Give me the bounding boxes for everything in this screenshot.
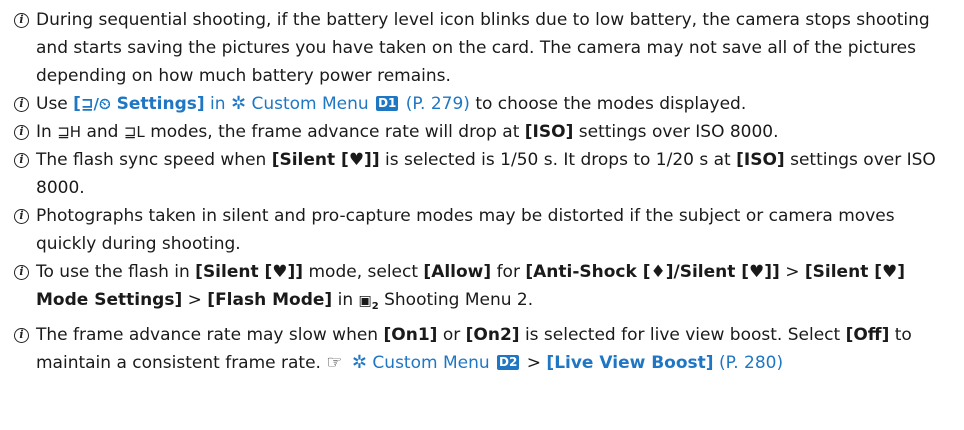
note-icon: i [14, 327, 29, 343]
off-label: [Off] [845, 324, 890, 345]
note-text: modes, the frame advance rate will drop … [150, 122, 520, 142]
note-text: settings over ISO 8000. [578, 122, 779, 142]
note-text: Use [36, 94, 68, 114]
note-text: Photographs taken in silent and pro-capt… [36, 206, 895, 254]
note-3: i In ⊒H and ⊒L modes, the frame advance … [14, 118, 948, 146]
note-1: i During sequential shooting, if the bat… [14, 6, 948, 90]
custom-menu-link[interactable]: Custom Menu [251, 94, 368, 114]
drive-settings-link[interactable]: [⊒/⏲ Settings] [73, 94, 204, 114]
d2-badge: D2 [497, 354, 520, 370]
anti-shock-label: [Anti-Shock [♦]/Silent [♥]] [525, 262, 780, 282]
note-icon: i [14, 13, 29, 28]
note-7: i The frame advance rate may slow when [… [14, 321, 948, 377]
note-text: and [86, 122, 119, 142]
note-icon: i [14, 97, 29, 112]
note-text: in [210, 94, 226, 114]
separator: > [526, 352, 542, 373]
note-2: i Use [⊒/⏲ Settings] in ✲ Custom Menu D1… [14, 90, 948, 118]
note-text: mode, select [308, 262, 419, 282]
note-text: is selected for live view boost. Select [524, 324, 841, 345]
separator: > [785, 262, 800, 282]
note-text: Shooting Menu 2. [384, 290, 534, 310]
note-6: i To use the flash in [Silent [♥]] mode,… [14, 258, 948, 321]
note-text: for [496, 262, 520, 282]
note-text: to choose the modes displayed. [475, 94, 747, 114]
note-text: In [36, 122, 52, 142]
gear-icon: ✲ [351, 351, 368, 373]
sequential-high-icon: ⊒H [57, 123, 82, 141]
allow-label: [Allow] [423, 262, 492, 282]
silent-label: [Silent [♥]] [271, 150, 380, 170]
note-icon: i [14, 209, 29, 224]
d1-badge: D1 [376, 96, 399, 111]
live-view-boost-link[interactable]: [Live View Boost] [546, 353, 713, 373]
note-text: in [337, 290, 354, 310]
note-icon: i [14, 265, 29, 280]
note-5: i Photographs taken in silent and pro-ca… [14, 202, 948, 258]
note-text: During sequential shooting, if the batte… [36, 10, 930, 86]
page-ref-link[interactable]: (P. 280) [719, 353, 783, 373]
note-text: The frame advance rate may slow when [36, 324, 379, 345]
drive-timer-icon: ⊒/⏲ [80, 95, 111, 113]
custom-menu-link[interactable]: Custom Menu [372, 353, 489, 373]
iso-label: [ISO] [736, 150, 785, 170]
page-ref-link[interactable]: (P. 279) [406, 94, 470, 114]
document-body: i During sequential shooting, if the bat… [0, 0, 964, 377]
note-text: is selected is 1/50 s. It drops to 1/20 … [385, 150, 731, 170]
note-icon: i [14, 125, 29, 140]
note-text: To use the flash in [36, 262, 190, 282]
note-icon: i [14, 153, 29, 168]
note-4: i The flash sync speed when [Silent [♥]]… [14, 146, 948, 202]
separator: > [187, 290, 202, 310]
on1-label: [On1] [383, 324, 438, 345]
silent-label: [Silent [♥]] [195, 262, 304, 282]
reference-pointer-icon: ☞ [326, 351, 343, 373]
sequential-low-icon: ⊒L [123, 123, 145, 141]
shooting-menu-icon: ▣2 [358, 293, 379, 312]
flash-mode-label: [Flash Mode] [207, 290, 333, 310]
note-text: The flash sync speed when [36, 150, 267, 170]
note-text: or [442, 324, 461, 345]
gear-icon: ✲ [230, 93, 247, 114]
on2-label: [On2] [465, 324, 520, 345]
iso-label: [ISO] [524, 122, 574, 142]
